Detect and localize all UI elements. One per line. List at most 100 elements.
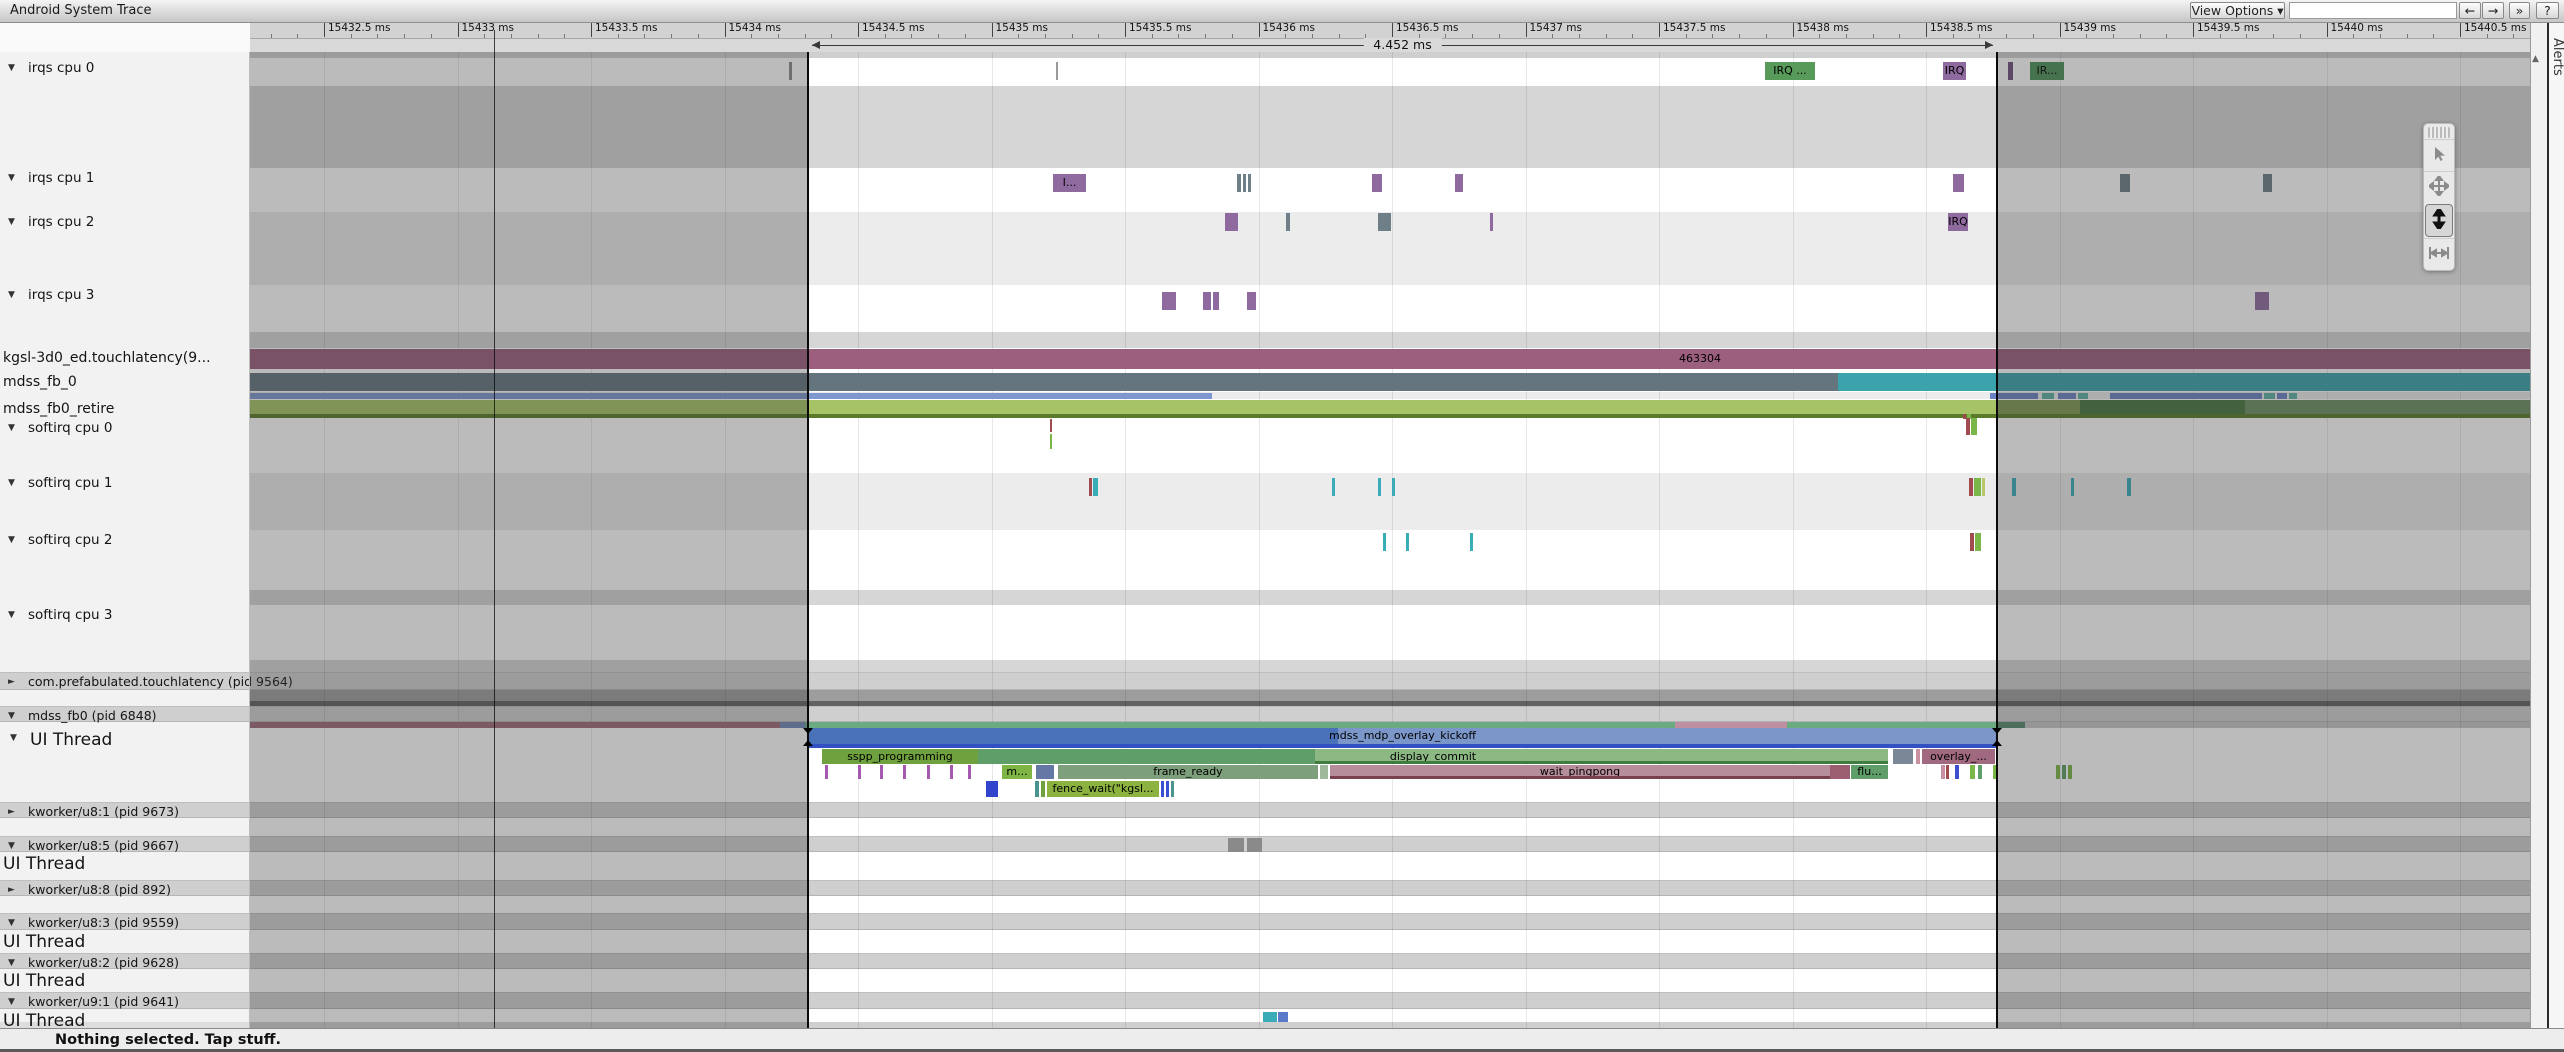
trace-slice[interactable] bbox=[1315, 761, 1888, 764]
process-header-mdss-fb0-label[interactable]: mdss_fb0 (pid 6848) bbox=[28, 708, 157, 723]
trace-slice[interactable] bbox=[1203, 292, 1211, 310]
trace-slice[interactable] bbox=[1036, 765, 1054, 779]
trace-slice[interactable] bbox=[1953, 174, 1964, 192]
trace-slice[interactable] bbox=[880, 765, 883, 779]
trace-slice[interactable] bbox=[1213, 292, 1219, 310]
process-header-kworker-u8-2-label[interactable]: kworker/u8:2 (pid 9628) bbox=[28, 955, 179, 970]
trace-slice[interactable] bbox=[1330, 776, 1830, 779]
trace-slice[interactable]: 463304 bbox=[1640, 350, 1760, 368]
trace-slice[interactable] bbox=[1490, 213, 1493, 231]
trace-slice[interactable] bbox=[1378, 478, 1381, 496]
process-header-kworker-u8-5-collapse-icon[interactable]: ▼ bbox=[8, 841, 15, 851]
trace-slice[interactable]: IRQ bbox=[1943, 62, 1966, 80]
trace-slice[interactable] bbox=[1332, 478, 1335, 496]
trace-slice[interactable] bbox=[1372, 174, 1382, 192]
process-header-kworker-u8-5-label[interactable]: kworker/u8:5 (pid 9667) bbox=[28, 838, 179, 853]
softirq-cpu-1-label[interactable]: softirq cpu 1 bbox=[28, 475, 112, 491]
mdss-fb-0-track-label[interactable]: mdss_fb_0 bbox=[3, 374, 77, 390]
trace-slice[interactable] bbox=[1050, 434, 1052, 449]
more-button[interactable]: » bbox=[2509, 2, 2530, 19]
trace-slice[interactable] bbox=[1050, 419, 1052, 432]
trace-slice[interactable]: IRQ ... bbox=[1765, 62, 1815, 80]
trace-slice[interactable] bbox=[1974, 478, 1981, 496]
softirq-cpu-3-collapse-icon[interactable]: ▼ bbox=[8, 610, 15, 620]
trace-slice[interactable]: m... bbox=[1002, 765, 1032, 779]
alerts-tab-label[interactable]: Alerts bbox=[2550, 38, 2564, 76]
trace-slice[interactable]: IRQ bbox=[1948, 213, 1968, 231]
trace-slice[interactable] bbox=[1982, 478, 1985, 496]
trace-slice[interactable] bbox=[1893, 749, 1913, 764]
trace-slice[interactable] bbox=[1455, 174, 1463, 192]
trace-slice[interactable]: fence_wait("kgsl... bbox=[1047, 781, 1159, 797]
irqs-cpu-1-collapse-icon[interactable]: ▼ bbox=[8, 173, 15, 183]
trace-slice[interactable] bbox=[825, 765, 828, 779]
trace-slice[interactable] bbox=[1966, 418, 1970, 435]
pan-tool-button[interactable] bbox=[2424, 171, 2454, 203]
trace-slice[interactable] bbox=[927, 765, 930, 779]
kgsl-3d0-track-label[interactable]: kgsl-3d0_ed.touchlatency(9... bbox=[3, 350, 211, 366]
trace-slice[interactable] bbox=[1248, 174, 1251, 192]
row-ui-thread-u8-2-label[interactable]: UI Thread bbox=[3, 971, 85, 991]
row-ui-thread-u8-5-label[interactable]: UI Thread bbox=[3, 854, 85, 874]
mdss-fb0-retire-track-label[interactable]: mdss_fb0_retire bbox=[3, 401, 114, 417]
trace-slice[interactable] bbox=[1970, 765, 1975, 779]
selection-end-line[interactable] bbox=[1996, 36, 1998, 1028]
trace-slice[interactable] bbox=[1978, 765, 1982, 779]
help-button[interactable]: ? bbox=[2536, 2, 2559, 19]
trace-slice[interactable] bbox=[1093, 478, 1098, 496]
trace-slice[interactable] bbox=[1278, 1012, 1288, 1022]
search-input[interactable] bbox=[2289, 2, 2457, 19]
ui-thread-mdss-fb0-collapse-icon[interactable]: ▼ bbox=[10, 733, 17, 743]
trace-slice[interactable]: I... bbox=[1053, 174, 1086, 192]
trace-slice[interactable] bbox=[1162, 292, 1176, 310]
trace-slice[interactable] bbox=[1247, 838, 1262, 852]
trace-slice[interactable] bbox=[968, 765, 971, 779]
trace-slice[interactable]: mdss_mdp_overlay_kickoff bbox=[808, 728, 1997, 744]
softirq-cpu-3-label[interactable]: softirq cpu 3 bbox=[28, 607, 112, 623]
process-header-kworker-u9-1-label[interactable]: kworker/u9:1 (pid 9641) bbox=[28, 994, 179, 1009]
process-header-kworker-u9-1-collapse-icon[interactable]: ▼ bbox=[8, 997, 15, 1007]
palette-grip-icon[interactable] bbox=[2428, 127, 2450, 138]
trace-slice[interactable]: overlay_... bbox=[1922, 749, 1995, 764]
softirq-cpu-1-collapse-icon[interactable]: ▼ bbox=[8, 478, 15, 488]
trace-slice[interactable] bbox=[1941, 765, 1945, 779]
trace-slice[interactable] bbox=[1975, 533, 1981, 551]
trace-slice[interactable] bbox=[1406, 533, 1409, 551]
trace-slice[interactable] bbox=[1971, 418, 1977, 435]
softirq-cpu-2-collapse-icon[interactable]: ▼ bbox=[8, 535, 15, 545]
softirq-cpu-0-label[interactable]: softirq cpu 0 bbox=[28, 420, 112, 436]
irqs-cpu-1-label[interactable]: irqs cpu 1 bbox=[28, 170, 94, 186]
timing-tool-button[interactable] bbox=[2424, 238, 2454, 270]
process-header-kworker-u8-8-label[interactable]: kworker/u8:8 (pid 892) bbox=[28, 882, 171, 897]
trace-slice[interactable]: frame_ready bbox=[1058, 765, 1318, 779]
trace-slice[interactable]: sspp_programming bbox=[822, 749, 978, 764]
trace-slice[interactable] bbox=[1392, 478, 1395, 496]
trace-slice[interactable] bbox=[1225, 213, 1238, 231]
softirq-cpu-0-collapse-icon[interactable]: ▼ bbox=[8, 423, 15, 433]
trace-slice[interactable] bbox=[1969, 478, 1973, 496]
softirq-cpu-2-label[interactable]: softirq cpu 2 bbox=[28, 532, 112, 548]
trace-slice[interactable] bbox=[1320, 765, 1328, 779]
scroll-up-icon[interactable]: ▲ bbox=[2532, 54, 2539, 64]
process-header-kworker-u8-1-label[interactable]: kworker/u8:1 (pid 9673) bbox=[28, 804, 179, 819]
process-header-touchlatency-collapse-icon[interactable]: ► bbox=[8, 677, 15, 687]
trace-slice[interactable] bbox=[1916, 749, 1920, 764]
trace-slice[interactable] bbox=[1171, 781, 1174, 797]
trace-slice[interactable] bbox=[1378, 213, 1391, 231]
trace-slice[interactable] bbox=[986, 781, 998, 797]
trace-slice[interactable] bbox=[808, 744, 1997, 748]
trace-slice[interactable] bbox=[1166, 781, 1169, 797]
forward-button[interactable]: → bbox=[2482, 2, 2504, 19]
irqs-cpu-2-collapse-icon[interactable]: ▼ bbox=[8, 217, 15, 227]
trace-slice[interactable] bbox=[1041, 781, 1045, 797]
trace-slice[interactable] bbox=[1263, 1012, 1277, 1022]
process-header-kworker-u8-3-label[interactable]: kworker/u8:3 (pid 9559) bbox=[28, 915, 179, 930]
row-ui-thread-u8-3-label[interactable]: UI Thread bbox=[3, 932, 85, 952]
view-options-button[interactable]: View Options ▾ bbox=[2190, 2, 2285, 19]
vertical-zoom-tool-button[interactable] bbox=[2425, 204, 2453, 237]
trace-slice[interactable] bbox=[1089, 478, 1092, 496]
trace-slice[interactable] bbox=[858, 765, 861, 779]
trace-slice[interactable] bbox=[1955, 765, 1959, 779]
process-header-kworker-u8-8-collapse-icon[interactable]: ► bbox=[8, 885, 15, 895]
trace-slice[interactable] bbox=[1035, 781, 1039, 797]
